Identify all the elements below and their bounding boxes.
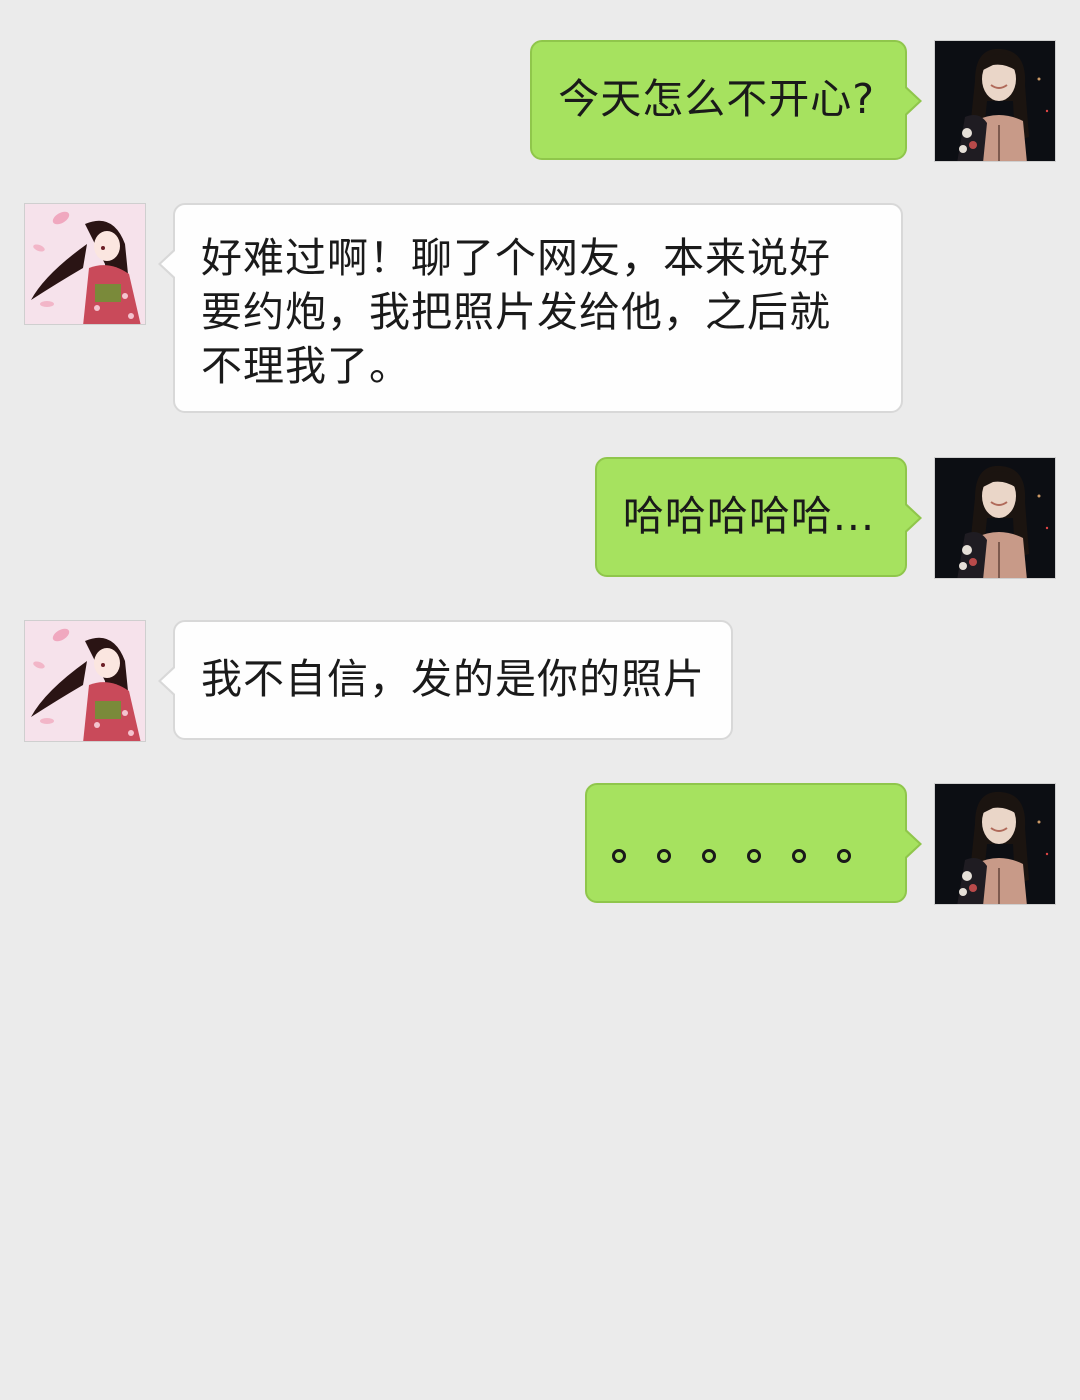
woman-photo-icon bbox=[935, 41, 1055, 161]
my-avatar[interactable] bbox=[934, 40, 1056, 162]
contact-avatar[interactable] bbox=[24, 203, 146, 325]
anime-girl-icon bbox=[25, 204, 145, 324]
my-avatar[interactable] bbox=[934, 457, 1056, 579]
anime-girl-icon bbox=[25, 621, 145, 741]
message-row-incoming: 好难过啊！聊了个网友，本来说好 要约炮，我把照片发给他，之后就 不理我了。 bbox=[0, 203, 1080, 415]
message-bubble-incoming[interactable]: 我不自信，发的是你的照片 bbox=[158, 620, 733, 740]
dot-icon bbox=[612, 849, 626, 863]
message-bubble-outgoing[interactable]: 。。。。。。 bbox=[585, 783, 922, 903]
message-row-outgoing: 今天怎么不开心? bbox=[0, 40, 1080, 162]
message-bubble-outgoing[interactable]: 哈哈哈哈哈... bbox=[594, 457, 923, 577]
message-bubble-incoming[interactable]: 好难过啊！聊了个网友，本来说好 要约炮，我把照片发给他，之后就 不理我了。 bbox=[158, 203, 903, 413]
ellipsis-dots bbox=[612, 829, 851, 863]
message-bubble-outgoing[interactable]: 今天怎么不开心? bbox=[530, 40, 922, 160]
contact-avatar[interactable] bbox=[24, 620, 146, 742]
message-row-incoming: 我不自信，发的是你的照片 bbox=[0, 620, 1080, 742]
dot-icon bbox=[702, 849, 716, 863]
message-row-outgoing: 。。。。。。 bbox=[0, 783, 1080, 905]
message-text: 我不自信，发的是你的照片 bbox=[201, 655, 705, 703]
dot-icon bbox=[747, 849, 761, 863]
my-avatar[interactable] bbox=[934, 783, 1056, 905]
dot-icon bbox=[837, 849, 851, 863]
message-text: 哈哈哈哈哈... bbox=[622, 492, 875, 540]
dot-icon bbox=[657, 849, 671, 863]
message-text: 今天怎么不开心? bbox=[558, 75, 875, 123]
woman-photo-icon bbox=[935, 784, 1055, 904]
chat-conversation: 今天怎么不开心? 好难过啊！聊了个网友，本来说好 要约炮，我把照片发给他，之后就… bbox=[0, 0, 1080, 1400]
dot-icon bbox=[792, 849, 806, 863]
message-row-outgoing: 哈哈哈哈哈... bbox=[0, 457, 1080, 579]
message-text: 好难过啊！聊了个网友，本来说好 要约炮，我把照片发给他，之后就 不理我了。 bbox=[201, 234, 831, 390]
woman-photo-icon bbox=[935, 458, 1055, 578]
